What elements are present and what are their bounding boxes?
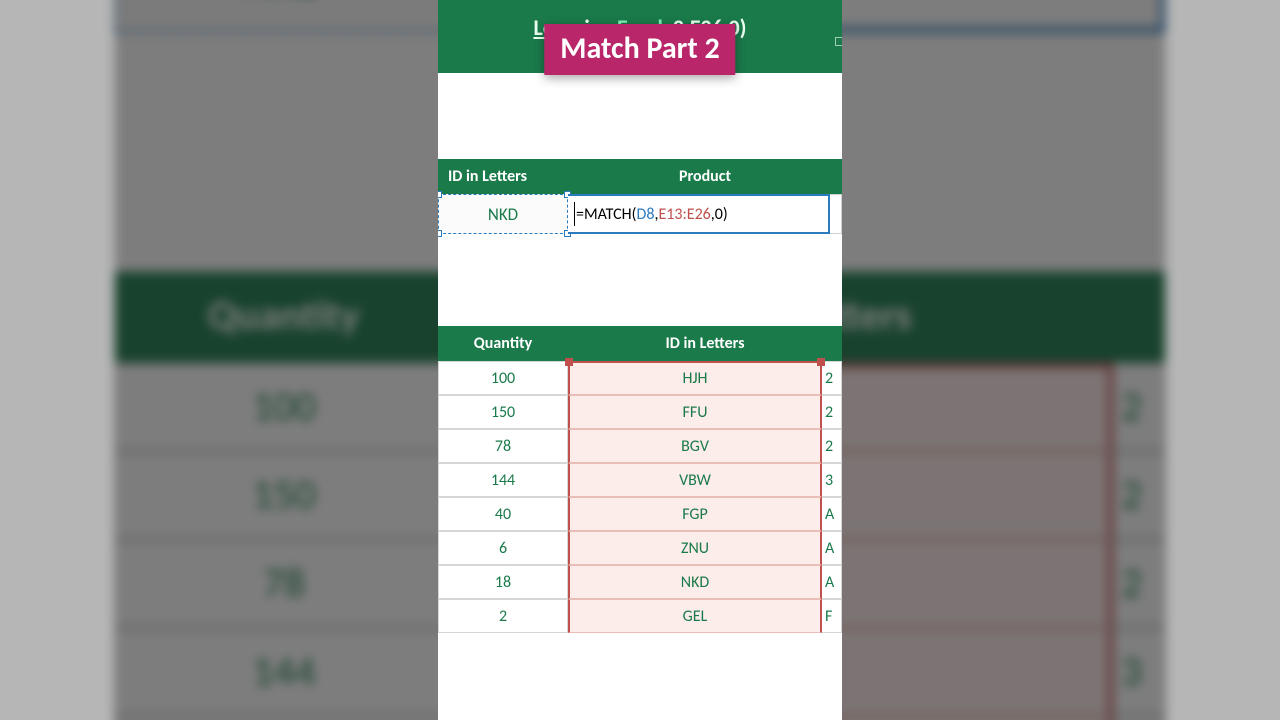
cell-quantity[interactable]: 40 bbox=[438, 497, 568, 531]
data-header-id: ID in Letters bbox=[568, 326, 842, 361]
cell-partial-right[interactable]: 2 bbox=[822, 395, 842, 429]
cell-id-letters[interactable]: FFU bbox=[568, 395, 822, 429]
cell-partial-right[interactable]: 2 bbox=[822, 429, 842, 463]
selection-corner-icon bbox=[438, 191, 442, 198]
cell-id-letters[interactable]: VBW bbox=[568, 463, 822, 497]
cell-id-letters[interactable]: BGV bbox=[568, 429, 822, 463]
cell-quantity[interactable]: 100 bbox=[438, 361, 568, 395]
cell-quantity[interactable]: 6 bbox=[438, 531, 568, 565]
table-row: 18NKDA bbox=[438, 565, 842, 599]
cell-quantity[interactable]: 18 bbox=[438, 565, 568, 599]
data-header-quantity: Quantity bbox=[438, 326, 568, 361]
range-handle-icon bbox=[565, 358, 573, 366]
table-row: 100HJH2 bbox=[438, 361, 842, 395]
selection-handle-icon bbox=[835, 37, 842, 46]
selection-corner-icon bbox=[438, 230, 442, 237]
cell-id-letters[interactable]: FGP bbox=[568, 497, 822, 531]
cell-quantity[interactable]: 2 bbox=[438, 599, 568, 633]
cell-partial-right[interactable]: 3 bbox=[822, 463, 842, 497]
lookup-id-cell[interactable]: NKD bbox=[438, 194, 568, 234]
lookup-header-row: ID in Letters Product bbox=[438, 159, 842, 194]
spacer bbox=[438, 234, 842, 326]
cell-id-letters[interactable]: ZNU bbox=[568, 531, 822, 565]
data-table-body: 100HJH2150FFU278BGV2144VBW340FGPA6ZNUA18… bbox=[438, 361, 842, 633]
partial-adjacent-cell[interactable] bbox=[830, 194, 842, 234]
spacer bbox=[438, 73, 842, 159]
table-row: 78BGV2 bbox=[438, 429, 842, 463]
cell-id-letters[interactable]: GEL bbox=[568, 599, 822, 633]
cell-partial-right[interactable]: A bbox=[822, 565, 842, 599]
formula-arg1: D8 bbox=[636, 205, 654, 224]
table-row: 40FGPA bbox=[438, 497, 842, 531]
cell-partial-right[interactable]: A bbox=[822, 531, 842, 565]
lookup-id-value: NKD bbox=[488, 204, 518, 225]
data-table-header: Quantity ID in Letters bbox=[438, 326, 842, 361]
table-row: 144VBW3 bbox=[438, 463, 842, 497]
cell-partial-right[interactable]: F bbox=[822, 599, 842, 633]
cell-partial-right[interactable]: A bbox=[822, 497, 842, 531]
formula-editing-cell[interactable]: =MATCH(D8,E13:E26,0) bbox=[568, 194, 830, 234]
table-row: 6ZNUA bbox=[438, 531, 842, 565]
formula-arg3: 0 bbox=[715, 205, 723, 224]
cell-id-letters[interactable]: NKD bbox=[568, 565, 822, 599]
cell-quantity[interactable]: 150 bbox=[438, 395, 568, 429]
cell-quantity[interactable]: 78 bbox=[438, 429, 568, 463]
table-row: 150FFU2 bbox=[438, 395, 842, 429]
cell-id-letters[interactable]: HJH bbox=[568, 361, 822, 395]
range-handle-icon bbox=[817, 358, 825, 366]
lookup-input-row: NKD =MATCH(D8,E13:E26,0) bbox=[438, 194, 842, 234]
formula-arg2: E13:E26 bbox=[658, 205, 710, 224]
formula-equals: = bbox=[576, 205, 584, 224]
text-cursor-icon bbox=[574, 202, 575, 226]
excel-crop-panel: Learning Excel 3:E26,0) XCEL, peo ID in … bbox=[438, 0, 842, 720]
table-row: 2GELF bbox=[438, 599, 842, 633]
formula-function-name: MATCH( bbox=[584, 205, 637, 224]
lookup-header-product: Product bbox=[568, 159, 842, 194]
lookup-header-id: ID in Letters bbox=[438, 159, 568, 194]
video-title-overlay: Match Part 2 bbox=[544, 24, 735, 75]
cell-partial-right[interactable]: 2 bbox=[822, 361, 842, 395]
cell-quantity[interactable]: 144 bbox=[438, 463, 568, 497]
